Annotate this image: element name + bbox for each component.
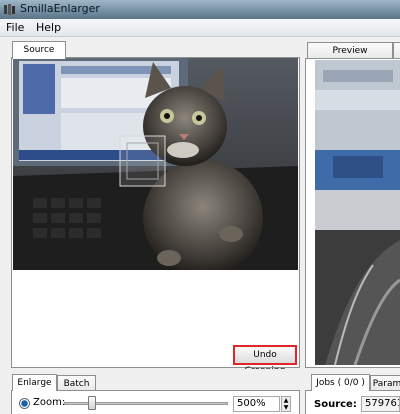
source-size-label: Source: bbox=[314, 399, 357, 410]
zoom-spinner[interactable]: ▲ ▼ bbox=[281, 396, 291, 412]
zoom-slider-thumb[interactable] bbox=[87, 396, 96, 410]
tab-source[interactable]: Source bbox=[12, 41, 66, 59]
app-icon bbox=[4, 4, 15, 15]
title-bar: SmillaEnlarger bbox=[0, 0, 400, 19]
source-image[interactable] bbox=[13, 58, 298, 270]
enlarged-preview-photo bbox=[315, 60, 400, 365]
zoom-label: Zoom: bbox=[33, 397, 66, 408]
tab-jobs[interactable]: Jobs ( 0/0 ) bbox=[311, 374, 370, 391]
kitten-on-laptop-photo bbox=[13, 58, 298, 270]
tab-extra[interactable] bbox=[393, 42, 400, 59]
preview-image[interactable] bbox=[315, 60, 400, 365]
tab-enlarge[interactable]: Enlarge bbox=[12, 374, 57, 391]
window-title: SmillaEnlarger bbox=[20, 2, 100, 15]
menu-help[interactable]: Help bbox=[36, 21, 61, 34]
tab-preview[interactable]: Preview bbox=[307, 42, 393, 59]
tab-param[interactable]: Param bbox=[370, 375, 400, 391]
zoom-value-field[interactable]: 500% bbox=[233, 396, 280, 412]
undo-cropping-button[interactable]: Undo Cropping bbox=[233, 345, 297, 376]
source-size-value: 579761 bbox=[361, 396, 400, 412]
tab-batch[interactable]: Batch bbox=[57, 375, 96, 391]
zoom-radio[interactable] bbox=[19, 398, 30, 409]
menu-bar: File Help bbox=[0, 19, 400, 37]
menu-file[interactable]: File bbox=[6, 21, 24, 34]
